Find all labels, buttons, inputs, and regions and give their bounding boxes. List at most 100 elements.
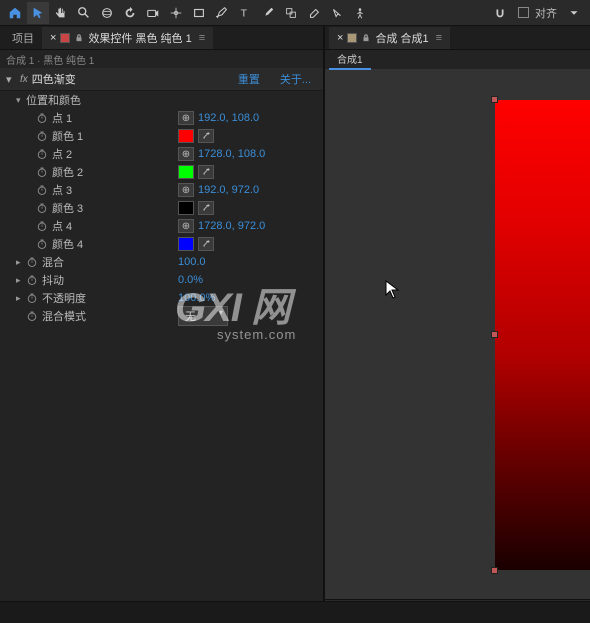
breadcrumb: 合成 1 · 黑色 纯色 1 — [0, 50, 323, 68]
eyedropper-button[interactable] — [198, 129, 214, 143]
prop-label: 点 2 — [52, 146, 152, 162]
effect-header: ▾ fx 四色渐变 重置 关于... — [0, 68, 323, 91]
composition-panel: × 合成 合成1 ≡ 合成1 (50%) — [325, 26, 590, 623]
twirl-icon[interactable] — [16, 257, 26, 268]
compo-tab-1[interactable]: 合成1 — [329, 49, 371, 70]
eyedropper-button[interactable] — [198, 201, 214, 215]
crosshair-button[interactable]: ⊕ — [178, 183, 194, 197]
color-swatch[interactable] — [178, 201, 194, 215]
roto-tool[interactable] — [326, 2, 348, 24]
prop-value[interactable]: 0.0% — [178, 274, 203, 286]
prop-label: 混合模式 — [42, 308, 142, 324]
prop-value[interactable]: 1728.0, 972.0 — [198, 220, 265, 232]
anchor-tool[interactable] — [165, 2, 187, 24]
twirl-icon[interactable] — [16, 275, 26, 286]
stopwatch-icon[interactable] — [26, 292, 38, 304]
color-swatch[interactable] — [178, 129, 194, 143]
fx-badge[interactable]: fx — [20, 74, 28, 85]
prop-label: 抖动 — [42, 272, 142, 288]
stopwatch-icon[interactable] — [36, 112, 48, 124]
effect-about-link[interactable]: 关于... — [280, 71, 311, 87]
puppet-tool[interactable] — [349, 2, 371, 24]
zoom-tool[interactable] — [73, 2, 95, 24]
eyedropper-button[interactable] — [198, 237, 214, 251]
align-checkbox[interactable] — [518, 7, 529, 18]
stopwatch-icon[interactable] — [36, 148, 48, 160]
twirl-icon[interactable] — [16, 293, 26, 304]
align-label: 对齐 — [535, 5, 557, 21]
crosshair-button[interactable]: ⊕ — [178, 219, 194, 233]
resize-handle[interactable] — [491, 331, 498, 338]
brush-tool[interactable] — [257, 2, 279, 24]
stopwatch-icon[interactable] — [26, 256, 38, 268]
prop-point-2: 点 2 ⊕ 1728.0, 108.0 — [0, 145, 323, 163]
group-position-color[interactable]: 位置和颜色 — [0, 91, 323, 109]
resize-handle[interactable] — [491, 567, 498, 574]
prop-point-3: 点 3 ⊕ 192.0, 972.0 — [0, 181, 323, 199]
lock-icon — [361, 33, 371, 43]
prop-color-1: 颜色 1 — [0, 127, 323, 145]
lock-icon — [74, 33, 84, 43]
prop-blend-mode: 混合模式 无 — [0, 307, 323, 325]
color-swatch[interactable] — [178, 237, 194, 251]
stopwatch-icon[interactable] — [26, 274, 38, 286]
home-button[interactable] — [4, 2, 26, 24]
prop-label: 点 4 — [52, 218, 152, 234]
prop-value[interactable]: 100.0 — [178, 256, 206, 268]
top-toolbar: T 对齐 — [0, 0, 590, 26]
cursor-icon — [385, 280, 401, 303]
prop-label: 颜色 4 — [52, 236, 152, 252]
tab-composition[interactable]: × 合成 合成1 ≡ — [329, 27, 450, 49]
tab-effect-controls[interactable]: × 效果控件 黑色 纯色 1 ≡ — [42, 27, 213, 49]
svg-text:T: T — [241, 7, 248, 19]
stopwatch-icon[interactable] — [36, 238, 48, 250]
group-label: 位置和颜色 — [26, 92, 126, 108]
stopwatch-icon[interactable] — [36, 130, 48, 142]
stopwatch-icon[interactable] — [36, 220, 48, 232]
eyedropper-button[interactable] — [198, 165, 214, 179]
twirl-icon[interactable] — [16, 95, 26, 106]
effect-properties: 位置和颜色 点 1 ⊕ 192.0, 108.0 颜色 1 — [0, 91, 323, 623]
composition-nav-tabs: 合成1 — [325, 50, 590, 70]
effect-twirl[interactable]: ▾ — [6, 73, 16, 86]
type-tool[interactable]: T — [234, 2, 256, 24]
stopwatch-icon[interactable] — [26, 310, 38, 322]
crosshair-button[interactable]: ⊕ — [178, 147, 194, 161]
orbit-tool[interactable] — [96, 2, 118, 24]
stopwatch-icon[interactable] — [36, 166, 48, 178]
prop-value[interactable]: 100.0% — [178, 292, 215, 304]
color-swatch[interactable] — [178, 165, 194, 179]
eraser-tool[interactable] — [303, 2, 325, 24]
blend-mode-dropdown[interactable]: 无 — [178, 306, 228, 326]
prop-value[interactable]: 192.0, 972.0 — [198, 184, 259, 196]
selection-tool[interactable] — [27, 2, 49, 24]
rotate-tool[interactable] — [119, 2, 141, 24]
clone-tool[interactable] — [280, 2, 302, 24]
prop-label: 颜色 3 — [52, 200, 152, 216]
tab-menu-icon[interactable]: ≡ — [436, 32, 442, 44]
toolbar-overflow[interactable] — [563, 2, 585, 24]
snap-icon[interactable] — [489, 2, 511, 24]
stopwatch-icon[interactable] — [36, 202, 48, 214]
prop-label: 颜色 2 — [52, 164, 152, 180]
effect-reset-link[interactable]: 重置 — [238, 71, 260, 87]
composition-canvas[interactable] — [495, 100, 590, 570]
pen-tool[interactable] — [211, 2, 233, 24]
prop-value[interactable]: 1728.0, 108.0 — [198, 148, 265, 160]
rectangle-tool[interactable] — [188, 2, 210, 24]
prop-opacity: 不透明度 100.0% — [0, 289, 323, 307]
tab-menu-icon[interactable]: ≡ — [199, 32, 205, 44]
camera-tool[interactable] — [142, 2, 164, 24]
prop-color-4: 颜色 4 — [0, 235, 323, 253]
hand-tool[interactable] — [50, 2, 72, 24]
prop-label: 点 3 — [52, 182, 152, 198]
prop-color-3: 颜色 3 — [0, 199, 323, 217]
crosshair-button[interactable]: ⊕ — [178, 111, 194, 125]
resize-handle[interactable] — [491, 96, 498, 103]
prop-value[interactable]: 192.0, 108.0 — [198, 112, 259, 124]
composition-viewer[interactable] — [325, 70, 590, 599]
tab-effect-controls-label: 效果控件 黑色 纯色 1 — [88, 30, 191, 46]
tab-project[interactable]: 项目 — [4, 27, 42, 49]
stopwatch-icon[interactable] — [36, 184, 48, 196]
prop-color-2: 颜色 2 — [0, 163, 323, 181]
